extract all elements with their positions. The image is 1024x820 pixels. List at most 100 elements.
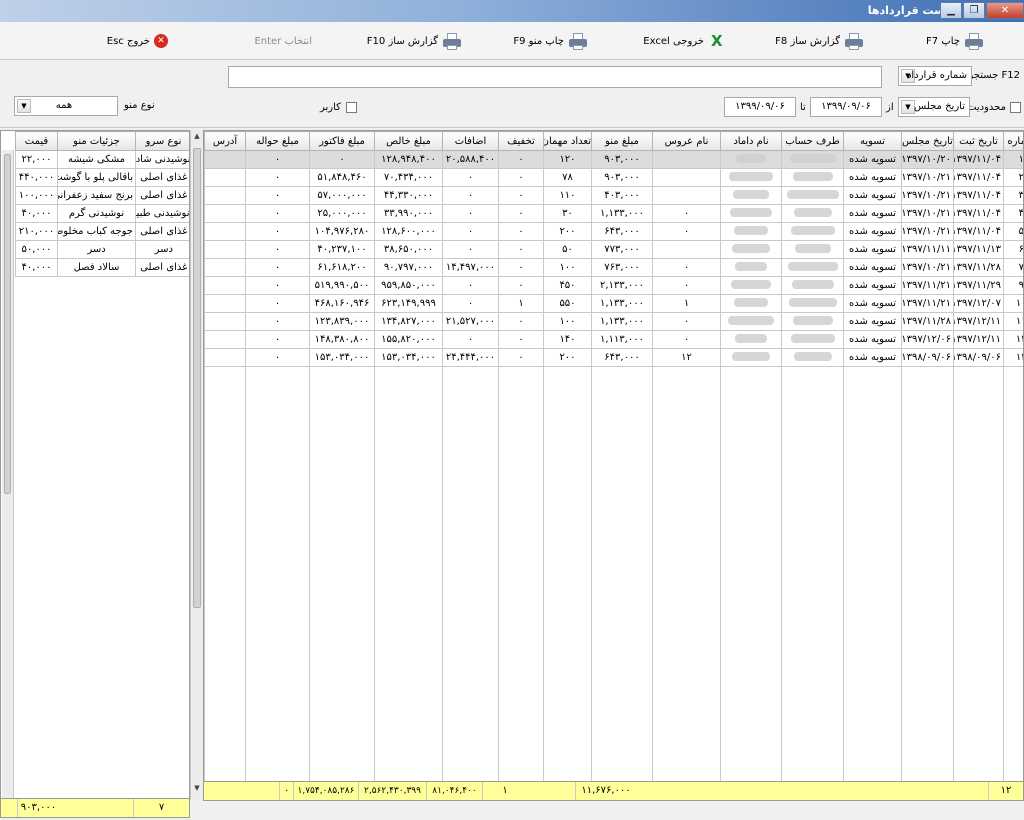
table-row[interactable]: ۹ ۱۳۹۷/۱۱/۲۹ ۱۳۹۷/۱۱/۲۱ تسویه شده ۰ ۲,۱۳۳,۰۰۰… (204, 276, 1023, 295)
date-type-select[interactable]: ▼ تاریخ مجلس (898, 97, 970, 117)
excel-export-button[interactable]: X خروجی Excel (643, 30, 726, 52)
title-bar: لیست قراردادها ▁ ❐ ✕ (0, 0, 1024, 22)
table-cell: ۰ (498, 276, 544, 295)
search-field-select[interactable]: ▼ شماره قرارداد (898, 66, 972, 86)
menu-col-header[interactable]: جزئیات منو (57, 131, 136, 151)
list-item[interactable]: غذای اصلی باقالی پلو با گوشت ۴۴۰,۰۰۰ (15, 168, 189, 187)
contracts-col-header[interactable]: شماره (1003, 131, 1023, 151)
table-cell: غذای اصلی (135, 168, 189, 187)
contracts-col-header[interactable]: مبلغ خالص (374, 131, 443, 151)
contracts-col-header[interactable]: نام داماد (720, 131, 782, 151)
table-cell (720, 168, 782, 187)
contracts-col-header[interactable]: تسویه (843, 131, 902, 151)
table-cell: ۰ (309, 150, 375, 169)
table-cell: ۰ (245, 204, 310, 223)
table-cell: ۱۳۹۷/۱۰/۲۱ (901, 186, 954, 205)
table-row[interactable]: ۷ ۱۳۹۷/۱۱/۲۸ ۱۳۹۷/۱۰/۲۱ تسویه شده ۰ ۷۶۳,۰۰۰ ۱۰… (204, 258, 1023, 277)
menu-col-header[interactable]: قیمت (15, 131, 58, 151)
table-row[interactable]: ۱۱۱۳۹۷/۱۲/۱۱۱۳۹۷/۱۱/۲۸تسویه شده۰۱,۱۳۳,۰۰… (204, 312, 1023, 331)
chevron-down-icon: ▼ (901, 100, 915, 114)
scroll-up-icon[interactable]: ▲ (191, 132, 203, 146)
contracts-col-header[interactable]: مبلغ فاکتور (309, 131, 375, 151)
limit-checkbox[interactable] (1010, 102, 1021, 113)
select-enter-button[interactable]: انتخاب Enter (254, 30, 312, 52)
contracts-col-header[interactable]: طرف حساب (781, 131, 844, 151)
table-cell: ۰ (245, 240, 310, 259)
search-input[interactable] (228, 66, 882, 88)
list-item[interactable]: غذای اصلی سالاد فصل ۴۰,۰۰۰ (15, 258, 189, 277)
menu-details-grid: نوع سروجزئیات منوقیمت نوشیدنی شادابمشکی … (0, 130, 190, 800)
table-cell (652, 150, 721, 169)
table-cell: ۰ (498, 258, 544, 277)
list-item[interactable]: نوشیدنی شادابمشکی شیشه۲۲,۰۰۰ (15, 150, 189, 169)
table-cell: ۶۴۳,۰۰۰ (591, 222, 653, 241)
redacted-text (732, 243, 770, 253)
table-row[interactable]: ۵ ۱۳۹۷/۱۱/۰۴ ۱۳۹۷/۱۰/۲۱ تسویه شده ۰ ۶۴۳,۰۰۰ ۲۰… (204, 222, 1023, 241)
list-item[interactable]: دسر دسر ۵۰,۰۰۰ (15, 240, 189, 259)
table-cell (781, 204, 844, 223)
table-cell: ۱۲۰ (543, 150, 592, 169)
table-row[interactable]: ۴ ۱۳۹۷/۱۱/۰۴ ۱۳۹۷/۱۰/۲۱ تسویه شده ۰ ۱,۱۳۳,۰۰۰… (204, 204, 1023, 223)
contracts-col-header[interactable]: تعداد مهمان (543, 131, 592, 151)
table-cell: ۴۰,۲۳۷,۱۰۰ (309, 240, 375, 259)
table-row[interactable]: ۲ ۱۳۹۷/۱۱/۰۴ ۱۳۹۷/۱۰/۲۱ تسویه شده ۹۰۳,۰۰۰ ۷۸ ۰… (204, 168, 1023, 187)
contracts-col-header[interactable]: تاریخ مجلس (901, 131, 954, 151)
report-builder-f10-button[interactable]: گزارش ساز F10 (367, 30, 462, 52)
contracts-vertical-scrollbar[interactable]: ▲ ▼ (190, 130, 203, 800)
table-row[interactable]: ۱۲۱۳۹۷/۱۲/۱۱۱۳۹۷/۱۲/۰۶تسویه شده۰۱,۱۱۳,۰۰… (204, 330, 1023, 349)
user-checkbox[interactable] (346, 102, 357, 113)
minimize-icon[interactable]: ▁ (940, 2, 962, 19)
table-cell (204, 312, 246, 331)
table-cell: ۱۳۹۷/۱۱/۲۱ (901, 276, 954, 295)
to-date-field[interactable]: ۱۳۹۹/۰۹/۰۶ (724, 97, 796, 117)
table-row[interactable]: ۱ ۱۳۹۷/۱۱/۰۴ ۱۳۹۷/۱۰/۲۰ تسویه شده ۹۰۳,۰۰۰ ۱۲۰… (204, 150, 1023, 169)
contracts-grid: شمارهتاریخ ثبتتاریخ مجلستسویهطرف حسابنام… (203, 130, 1024, 800)
table-row[interactable]: ۱۰۱۳۹۷/۱۲/۰۷۱۳۹۷/۱۱/۲۱تسویه شده۱۱,۱۳۳,۰۰… (204, 294, 1023, 313)
contracts-col-header[interactable]: تاریخ ثبت (953, 131, 1004, 151)
list-item[interactable]: غذای اصلی جوجه کباب مخلوط ۲۱۰,۰۰۰ (15, 222, 189, 241)
table-cell: تسویه شده (843, 240, 902, 259)
close-icon[interactable]: ✕ (986, 2, 1024, 19)
report-builder-f8-button[interactable]: گزارش ساز F8 (775, 30, 864, 52)
table-cell: ۱۱۰ (543, 186, 592, 205)
table-cell (781, 258, 844, 277)
table-cell: ۰ (652, 222, 721, 241)
table-cell: ۰ (245, 276, 310, 295)
exit-button[interactable]: ✕ خروج Esc (107, 30, 168, 52)
empty-row (204, 690, 1023, 709)
scrollbar-thumb[interactable] (4, 154, 11, 494)
table-row[interactable]: ۶ ۱۳۹۷/۱۱/۱۳ ۱۳۹۷/۱۱/۱۱ تسویه شده ۷۷۳,۰۰۰ ۵۰ ۰… (204, 240, 1023, 259)
empty-row (204, 762, 1023, 781)
redacted-text (731, 279, 771, 289)
from-date-field[interactable]: ۱۳۹۹/۰۹/۰۶ (810, 97, 882, 117)
restore-icon[interactable]: ❐ (963, 2, 985, 19)
menu-col-header[interactable]: نوع سرو (135, 131, 189, 151)
menu-vertical-scrollbar[interactable] (2, 150, 14, 798)
table-row[interactable]: ۱۳۱۳۹۸/۰۹/۰۶۱۳۹۸/۰۹/۰۶تسویه شده۱۲۶۴۳,۰۰۰… (204, 348, 1023, 367)
table-cell: ۹۰۳,۰۰۰ (591, 150, 653, 169)
list-item[interactable]: نوشیدنی طبیعینوشیدنی گرم۴۰,۰۰۰ (15, 204, 189, 223)
contracts-col-header[interactable]: اضافات (442, 131, 499, 151)
table-cell: ۱۳ (1003, 348, 1023, 367)
table-cell: ۱۳۹۷/۱۰/۲۱ (901, 222, 954, 241)
contracts-col-header[interactable]: آدرس (204, 131, 246, 151)
print-button[interactable]: چاپ F7 (926, 30, 984, 52)
scroll-down-icon[interactable]: ▼ (191, 784, 203, 798)
scrollbar-thumb[interactable] (193, 148, 201, 608)
table-cell: ۱۳۹۷/۱۰/۲۱ (901, 168, 954, 187)
contracts-col-header[interactable]: نام عروس (652, 131, 721, 151)
table-row[interactable]: ۳ ۱۳۹۷/۱۱/۰۴ ۱۳۹۷/۱۰/۲۱ تسویه شده ۴۰۳,۰۰۰ ۱۱۰… (204, 186, 1023, 205)
contracts-col-header[interactable]: مبلغ حواله (245, 131, 310, 151)
contracts-col-header[interactable]: مبلغ منو (591, 131, 653, 151)
list-item[interactable]: غذای اصلی برنج سفید زعفرانی ۱۰۰,۰۰۰ (15, 186, 189, 205)
table-cell: ۲۲,۰۰۰ (15, 150, 58, 169)
table-cell: ۳۰ (543, 204, 592, 223)
table-cell: تسویه شده (843, 330, 902, 349)
total-net-amount: ۲,۵۶۲,۴۳۰,۳۹۹ (358, 782, 426, 800)
empty-row (204, 474, 1023, 493)
menu-type-select[interactable]: ▼ همه (14, 96, 118, 116)
menu-print-button[interactable]: چاپ منو F9 (513, 30, 588, 52)
table-cell: مشکی شیشه (57, 150, 136, 169)
contracts-col-header[interactable]: تخفیف (498, 131, 544, 151)
table-cell: ۰ (652, 258, 721, 277)
